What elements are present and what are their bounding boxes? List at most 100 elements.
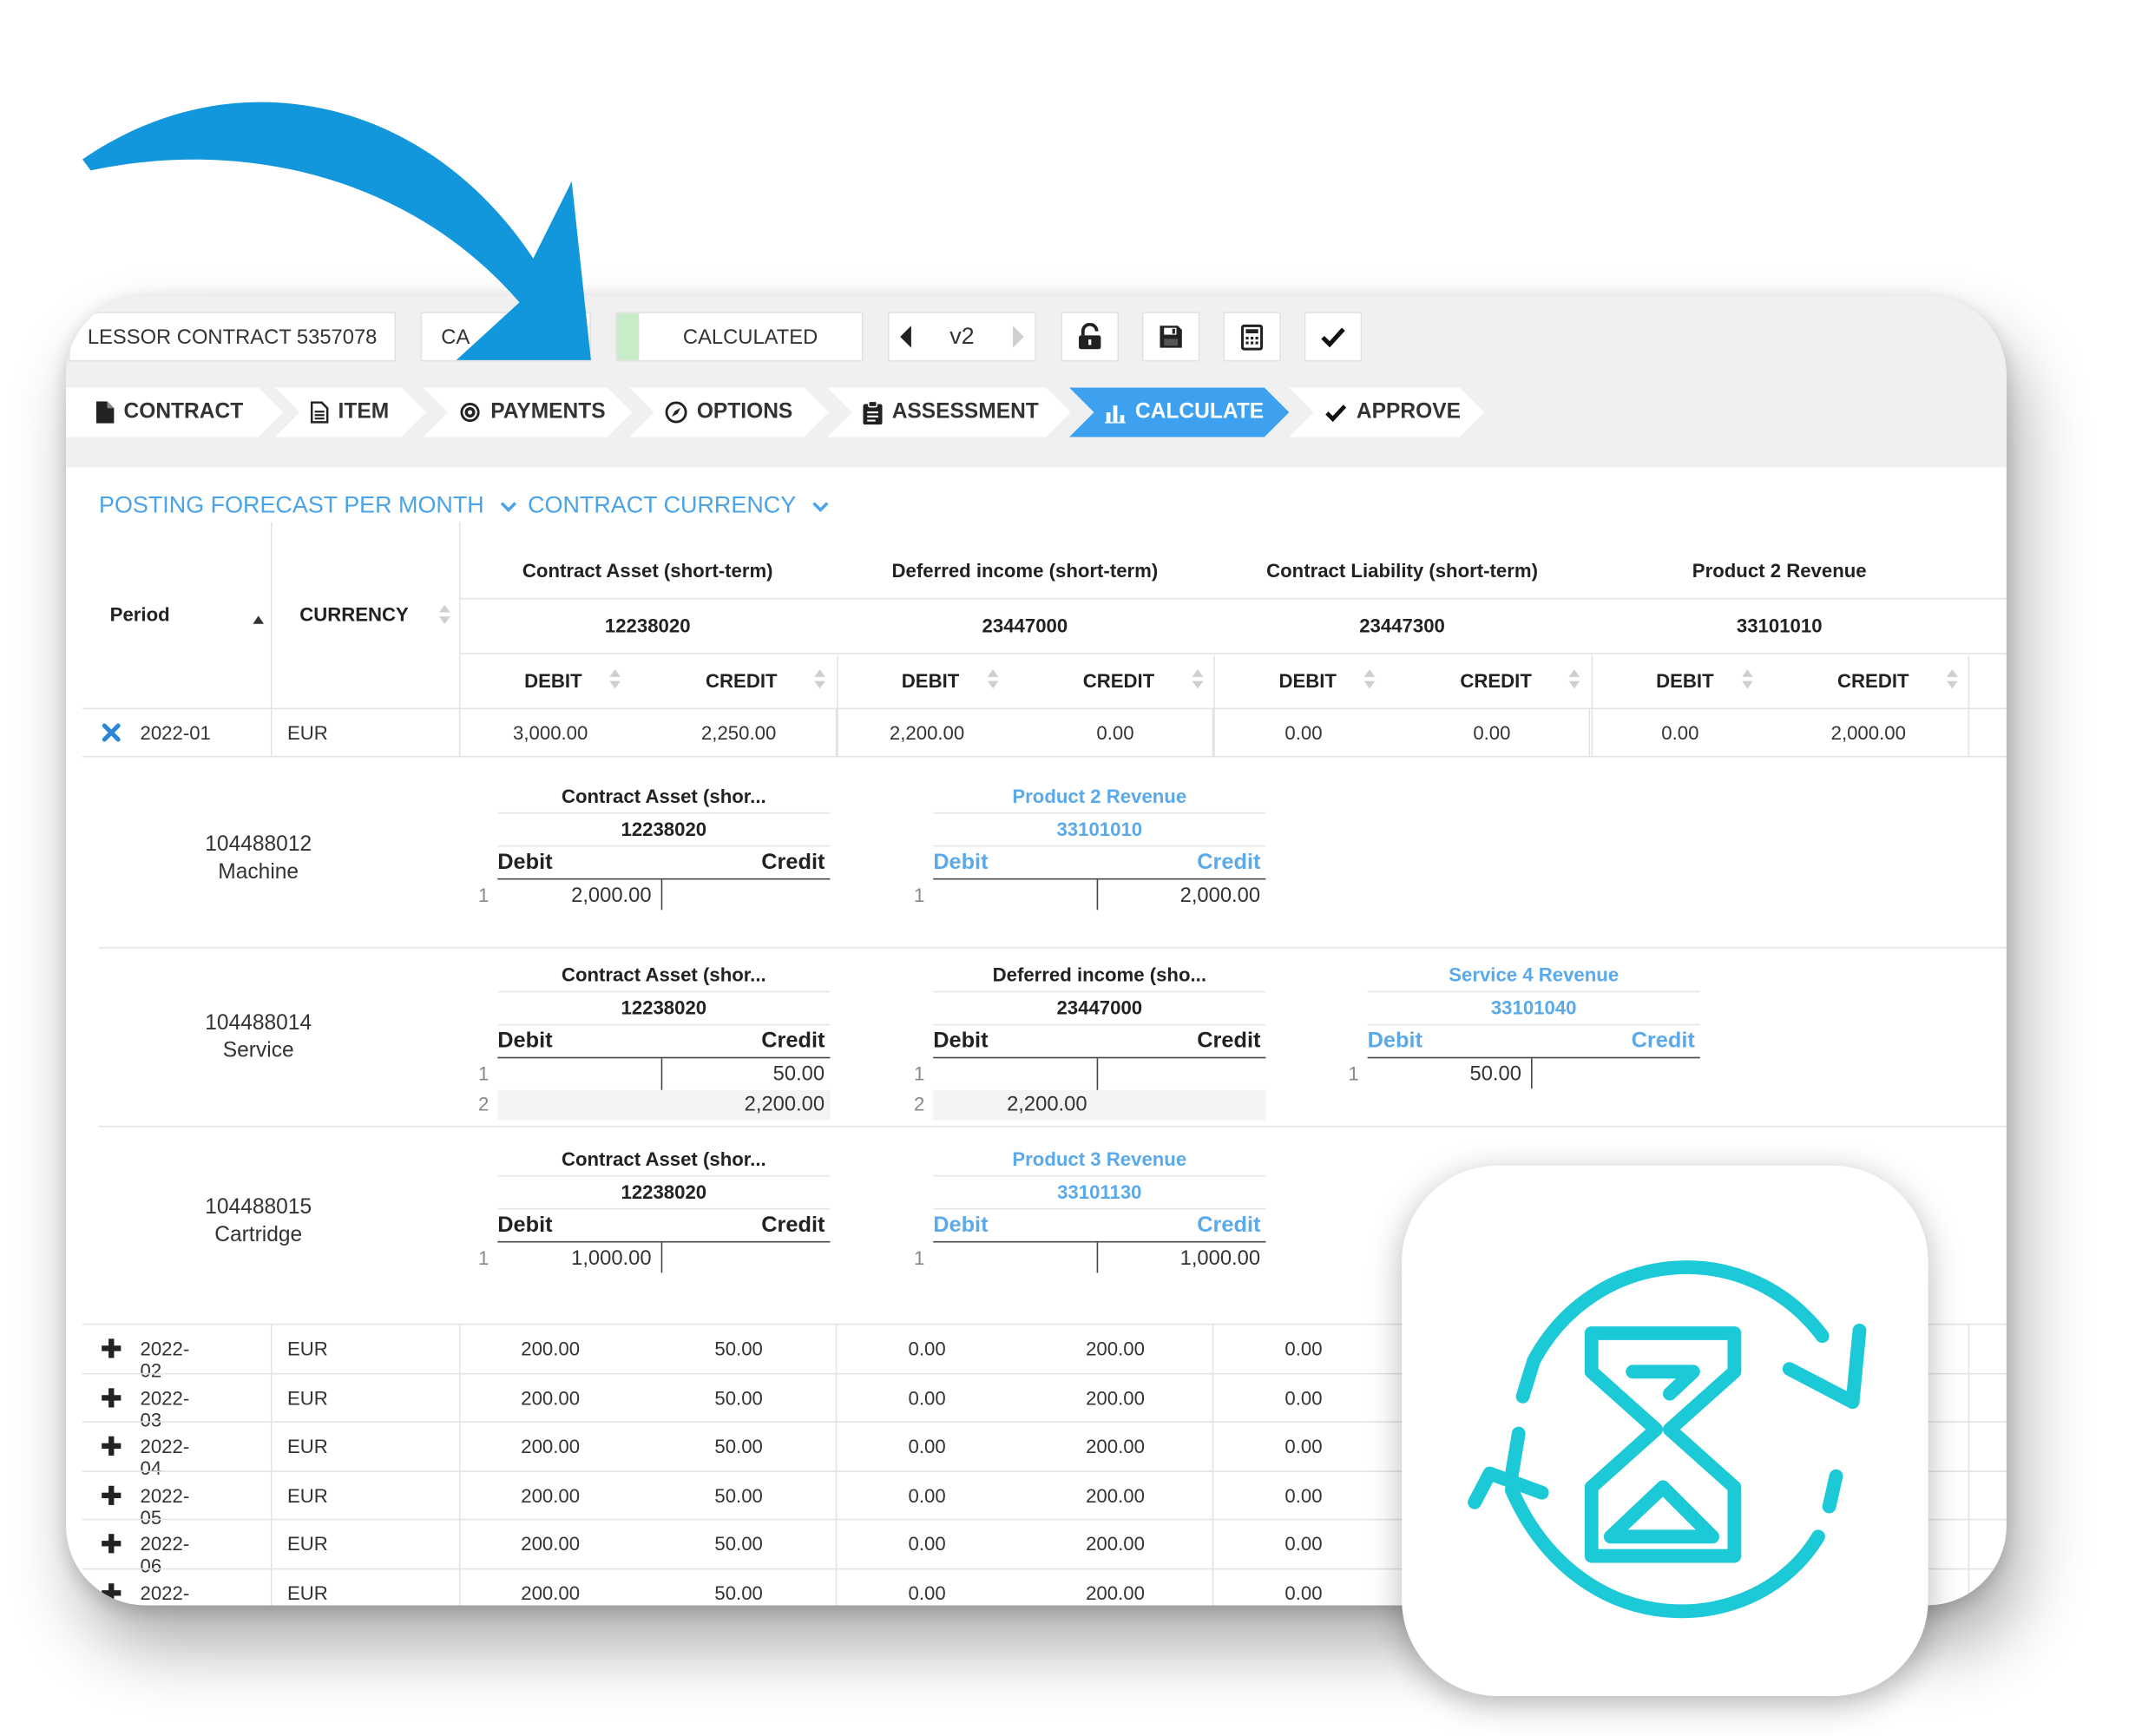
account-number: 23447300 — [1359, 614, 1445, 637]
t-account-credit-label: Credit — [1631, 1029, 1695, 1053]
unlock-button[interactable] — [1061, 312, 1119, 362]
account-group-title: Contract Liability (short-term) — [1266, 559, 1538, 582]
bar-chart-icon — [1105, 402, 1126, 423]
row-value: 50.00 — [714, 1533, 763, 1555]
t-account-divider — [933, 1023, 1266, 1026]
t-account-title[interactable]: Service 4 Revenue — [1368, 963, 1700, 985]
row-value: 50.00 — [714, 1483, 763, 1507]
prev-version-icon[interactable] — [897, 325, 914, 350]
t-account-title[interactable]: Product 2 Revenue — [933, 785, 1265, 806]
t-account-number[interactable]: 33101010 — [933, 818, 1265, 839]
collapse-icon[interactable] — [102, 723, 121, 749]
row-value: 0.00 — [1284, 1533, 1323, 1555]
expand-icon[interactable] — [102, 1338, 122, 1358]
period-header[interactable]: Period — [110, 603, 170, 625]
t-account-credit-label: Credit — [761, 1029, 825, 1053]
row-value: 0.00 — [908, 1533, 946, 1555]
row-value: 200.00 — [1086, 1386, 1145, 1409]
row-value: 0.00 — [1284, 721, 1323, 744]
sort-icon[interactable] — [1191, 668, 1203, 697]
sort-icon[interactable] — [1741, 668, 1753, 697]
expand-icon[interactable] — [102, 1387, 122, 1407]
t-account-credit-label: Credit — [761, 851, 825, 875]
expand-icon[interactable] — [102, 1534, 122, 1554]
t-account-line-index: 1 — [1348, 1062, 1359, 1085]
step-approve[interactable]: APPROVE — [1289, 388, 1484, 437]
t-account-line-index: 2 — [914, 1092, 925, 1115]
t-account-number[interactable]: 33101040 — [1368, 996, 1700, 1018]
column-divider — [1968, 1323, 1970, 1606]
t-account-title[interactable]: Product 3 Revenue — [933, 1147, 1265, 1169]
credit-header[interactable]: CREDIT — [1024, 669, 1212, 691]
t-account-number[interactable]: 33101130 — [933, 1180, 1265, 1202]
credit-header[interactable]: CREDIT — [1402, 669, 1590, 691]
arrow-icon — [82, 102, 591, 360]
confirm-button[interactable] — [1304, 312, 1363, 362]
sort-ascending-icon[interactable] — [253, 606, 265, 631]
column-divider — [835, 1323, 838, 1606]
calculator-button[interactable] — [1223, 312, 1281, 362]
column-divider — [1212, 1323, 1214, 1606]
t-account-rule — [933, 1240, 1266, 1243]
t-account-rule — [497, 1240, 831, 1243]
row-value: 2,200.00 — [889, 721, 965, 744]
header-divider — [458, 653, 2007, 654]
account-number: 12238020 — [604, 614, 691, 637]
version-label: v2 — [949, 323, 975, 350]
calculator-icon — [1240, 323, 1264, 351]
sort-icon[interactable] — [1945, 668, 1957, 697]
item-name: Machine — [218, 860, 299, 884]
t-account-divider — [497, 845, 831, 847]
row-value: 0.00 — [1284, 1386, 1323, 1409]
sort-icon[interactable] — [1363, 668, 1376, 697]
expand-icon[interactable] — [102, 1437, 122, 1457]
row-currency: EUR — [286, 1581, 328, 1604]
row-value: 50.00 — [714, 1435, 763, 1457]
t-account-line-index: 1 — [478, 884, 489, 906]
t-account-rule — [497, 1056, 831, 1059]
step-assessment[interactable]: ASSESSMENT — [827, 388, 1070, 437]
currency-type-label: CONTRACT CURRENCY — [528, 491, 797, 518]
sort-icon[interactable] — [608, 668, 621, 697]
sort-icon[interactable] — [813, 668, 825, 697]
t-account-debit-label: Debit — [497, 1029, 553, 1053]
row-value: 0.00 — [908, 1337, 946, 1360]
currency-header[interactable]: CURRENCY — [299, 603, 409, 625]
sort-icon[interactable] — [986, 668, 998, 697]
expand-icon[interactable] — [102, 1485, 122, 1505]
row-currency: EUR — [286, 1386, 328, 1409]
credit-header[interactable]: CREDIT — [647, 669, 836, 691]
row-value: 3,000.00 — [513, 721, 588, 744]
row-currency: EUR — [286, 721, 328, 744]
clipboard-icon — [863, 401, 882, 424]
t-account-divider — [497, 812, 831, 814]
t-account-divider — [1367, 1023, 1700, 1026]
credit-header[interactable]: CREDIT — [1779, 669, 1968, 691]
currency-dropdown[interactable]: CONTRACT CURRENCY — [528, 492, 829, 520]
row-value: 200.00 — [521, 1386, 581, 1409]
row-period: 2022-01 — [140, 721, 211, 744]
t-account-credit-value: 2,200.00 — [744, 1092, 825, 1116]
header-divider — [82, 707, 2007, 710]
sort-icon[interactable] — [1568, 668, 1580, 697]
step-calculate[interactable]: CALCULATE — [1069, 388, 1289, 437]
row-value: 200.00 — [1086, 1581, 1145, 1604]
step-options[interactable]: OPTIONS — [629, 388, 829, 437]
compass-icon — [665, 401, 687, 423]
t-account-debit-value: 1,000.00 — [571, 1246, 652, 1271]
next-version-icon[interactable] — [1010, 325, 1027, 350]
forecast-type-dropdown[interactable]: POSTING FORECAST PER MONTH — [99, 492, 517, 520]
sort-icon[interactable] — [438, 603, 450, 632]
row-period: 2022-05 — [140, 1483, 190, 1529]
row-value: 200.00 — [521, 1581, 581, 1604]
t-account-line-index: 1 — [478, 1246, 489, 1269]
row-value: 200.00 — [521, 1337, 581, 1360]
column-divider — [458, 1323, 461, 1606]
t-account-split — [660, 879, 663, 911]
account-number: 33101010 — [1736, 614, 1823, 637]
expand-icon[interactable] — [102, 1583, 122, 1603]
save-button[interactable] — [1141, 312, 1200, 362]
app-badge — [1402, 1165, 1928, 1697]
t-account-divider — [497, 990, 831, 993]
t-account-credit-label: Credit — [761, 1213, 825, 1238]
